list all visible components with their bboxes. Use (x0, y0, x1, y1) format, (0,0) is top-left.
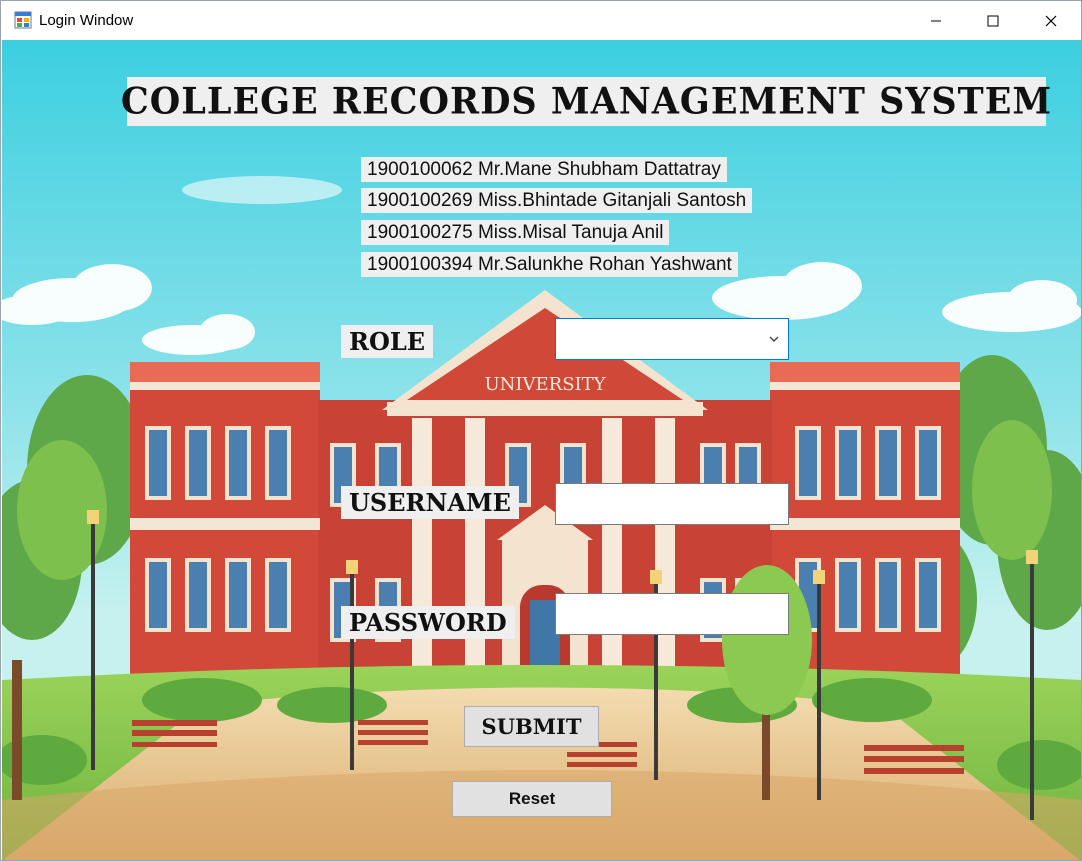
page-title: COLLEGE RECORDS MANAGEMENT SYSTEM (120, 79, 1053, 124)
close-button[interactable] (1022, 1, 1080, 40)
login-window: Login Window UNIVERSITY COLLEGE RECORDS … (0, 0, 1082, 861)
app-icon (14, 11, 32, 29)
maximize-button[interactable] (964, 1, 1022, 40)
chevron-down-icon (769, 336, 779, 342)
role-select[interactable] (555, 318, 789, 360)
member-line: 1900100062 Mr.Mane Shubham Dattatray (361, 157, 727, 182)
page-title-box: COLLEGE RECORDS MANAGEMENT SYSTEM (121, 77, 1051, 126)
password-label: PASSWORD (341, 606, 515, 639)
building-sign: UNIVERSITY (484, 374, 606, 395)
member-line: 1900100275 Miss.Misal Tanuja Anil (361, 220, 670, 245)
form-client-area: UNIVERSITY COLLEGE RECORDS MANAGEMENT SY… (2, 40, 1081, 860)
maximize-icon (987, 15, 999, 26)
title-bar[interactable]: Login Window (1, 1, 1081, 40)
member-line: 1900100269 Miss.Bhintade Gitanjali Santo… (361, 188, 753, 213)
minimize-icon (931, 20, 941, 21)
window-title: Login Window (39, 12, 134, 29)
minimize-button[interactable] (907, 1, 965, 40)
close-icon (1045, 15, 1057, 26)
reset-button[interactable]: Reset (452, 781, 612, 817)
username-label: USERNAME (341, 486, 519, 519)
member-line: 1900100394 Mr.Salunkhe Rohan Yashwant (361, 252, 738, 277)
role-label: ROLE (341, 325, 434, 358)
username-input[interactable] (555, 483, 789, 525)
password-input[interactable] (555, 593, 789, 635)
submit-button[interactable]: SUBMIT (464, 706, 599, 747)
